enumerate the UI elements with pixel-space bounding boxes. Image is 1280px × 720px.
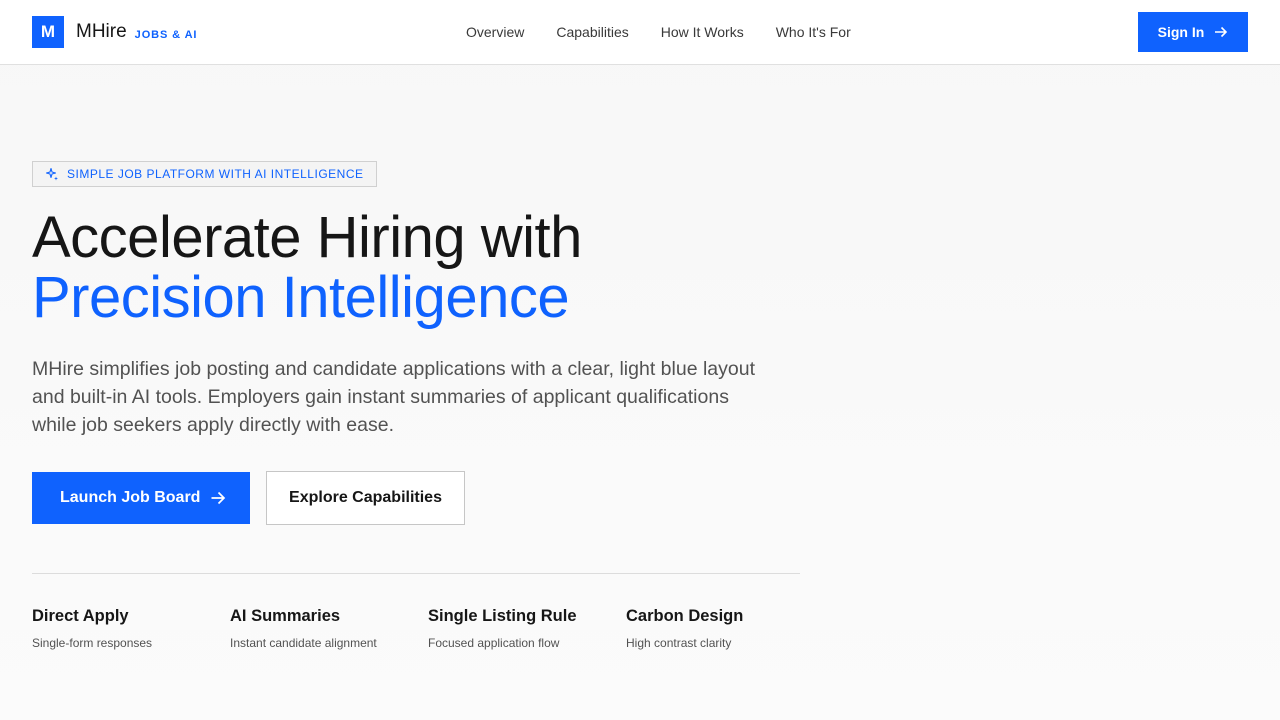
nav-link-how-it-works[interactable]: How It Works bbox=[661, 24, 744, 40]
main-nav: Overview Capabilities How It Works Who I… bbox=[466, 0, 883, 64]
feature-subtitle: Single-form responses bbox=[32, 636, 153, 650]
brand-name: MHire bbox=[76, 21, 127, 42]
logo-mark: M bbox=[32, 16, 64, 48]
sign-in-label: Sign In bbox=[1157, 24, 1205, 40]
sparkle-icon bbox=[45, 167, 59, 181]
feature-highlights: Direct Apply Single-form responses AI Su… bbox=[32, 607, 832, 667]
feature-title: Carbon Design bbox=[626, 607, 744, 625]
brand-logo-link[interactable]: M MHire JOBS & AI bbox=[32, 16, 197, 48]
feature-item-carbon-design: Carbon Design High contrast clarity bbox=[626, 607, 816, 650]
nav-link-capabilities[interactable]: Capabilities bbox=[556, 24, 628, 40]
launch-job-board-button[interactable]: Launch Job Board bbox=[32, 472, 250, 524]
feature-item-ai-summaries: AI Summaries Instant candidate alignment bbox=[230, 607, 420, 650]
feature-title: AI Summaries bbox=[230, 607, 341, 625]
hero-description: MHire simplifies job posting and candida… bbox=[32, 358, 755, 436]
arrow-right-icon bbox=[210, 490, 226, 506]
sign-in-button[interactable]: Sign In bbox=[1138, 12, 1248, 52]
page-title: Accelerate Hiring with Precision Intelli… bbox=[32, 208, 582, 328]
feature-item-single-listing-rule: Single Listing Rule Focused application … bbox=[428, 607, 618, 650]
nav-link-overview[interactable]: Overview bbox=[466, 24, 524, 40]
explore-capabilities-label: Explore Capabilities bbox=[289, 489, 442, 506]
feature-subtitle: Instant candidate alignment bbox=[230, 636, 377, 650]
explore-capabilities-button[interactable]: Explore Capabilities bbox=[266, 471, 465, 525]
launch-job-board-label: Launch Job Board bbox=[60, 489, 201, 506]
section-divider bbox=[32, 573, 800, 574]
hero-badge: SIMPLE JOB PLATFORM WITH AI INTELLIGENCE bbox=[32, 161, 377, 187]
feature-item-direct-apply: Direct Apply Single-form responses bbox=[32, 607, 222, 650]
headline-line-2-accent: Precision Intelligence bbox=[32, 265, 570, 330]
feature-title: Single Listing Rule bbox=[428, 607, 577, 625]
feature-title: Direct Apply bbox=[32, 607, 129, 625]
arrow-right-icon bbox=[1214, 25, 1228, 39]
brand-tag: JOBS & AI bbox=[134, 28, 198, 41]
nav-link-who-its-for[interactable]: Who It's For bbox=[776, 24, 851, 40]
top-navigation-bar: M MHire JOBS & AI Overview Capabilities … bbox=[0, 0, 1280, 65]
headline-line-1: Accelerate Hiring with bbox=[32, 205, 582, 270]
feature-subtitle: High contrast clarity bbox=[626, 636, 732, 650]
badge-text: SIMPLE JOB PLATFORM WITH AI INTELLIGENCE bbox=[67, 167, 364, 181]
feature-subtitle: Focused application flow bbox=[428, 636, 560, 650]
